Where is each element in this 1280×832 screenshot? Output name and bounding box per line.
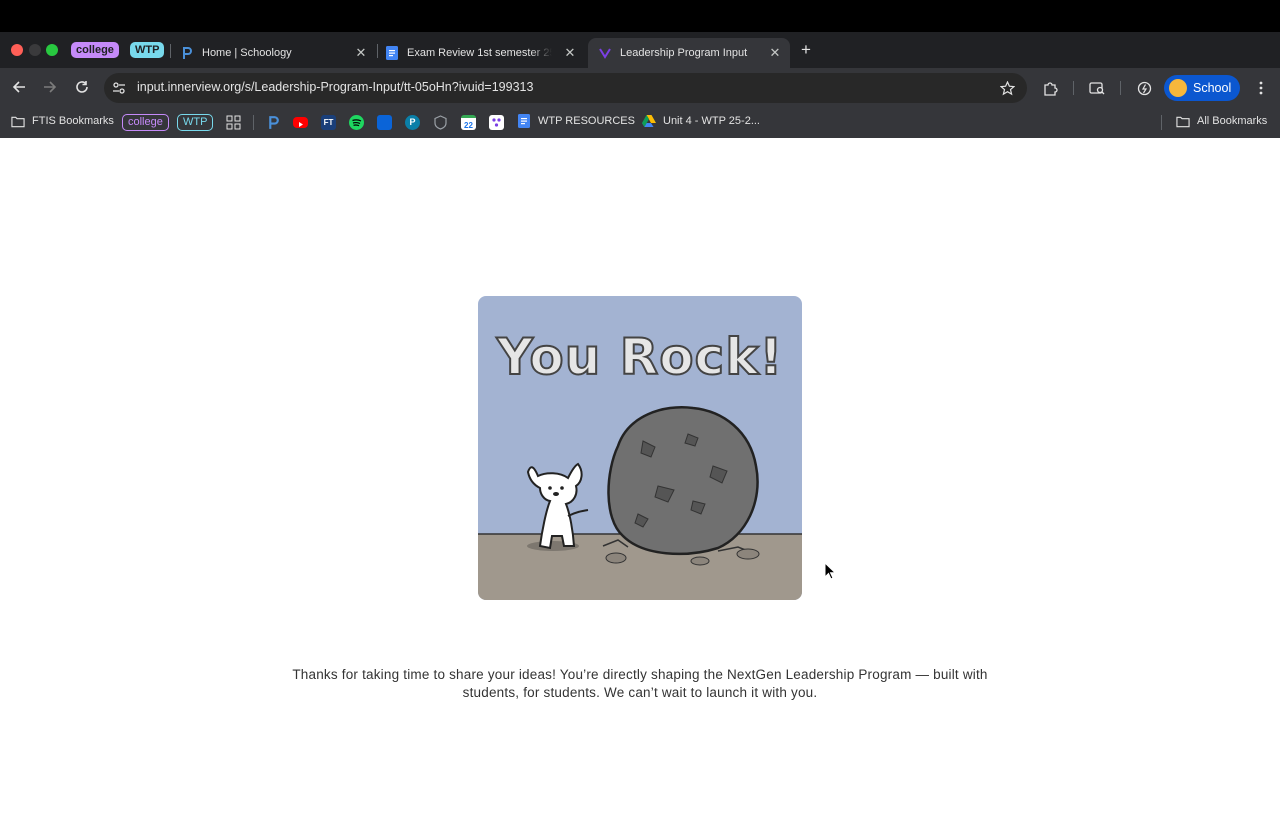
- tab-exam-review[interactable]: Exam Review 1st semester 25 ✕: [385, 38, 585, 68]
- toolbar-divider: [1120, 81, 1121, 95]
- tab-leadership-program-input[interactable]: Leadership Program Input ✕: [588, 38, 790, 68]
- new-tab-button[interactable]: +: [797, 41, 815, 59]
- back-icon[interactable]: [10, 78, 28, 96]
- youtube-icon[interactable]: [293, 117, 308, 128]
- bookmark-folder-ftis[interactable]: FTIS Bookmarks: [11, 114, 114, 128]
- avatar: [1169, 79, 1187, 97]
- menu-bar: [0, 0, 1280, 32]
- tab-title: Leadership Program Input: [620, 47, 748, 59]
- folder-icon: [1176, 114, 1190, 128]
- tab-group-college[interactable]: college: [71, 42, 119, 58]
- outlook-icon[interactable]: [377, 115, 392, 130]
- ft-icon[interactable]: FT: [321, 115, 336, 130]
- extensions-icon[interactable]: [1041, 79, 1059, 97]
- profile-button[interactable]: School: [1164, 75, 1240, 101]
- tab-title: Home | Schoology: [202, 47, 292, 59]
- google-drive-icon: [642, 114, 656, 128]
- profile-label: School: [1193, 81, 1232, 95]
- bookmark-label: WTP RESOURCES: [538, 115, 635, 127]
- performance-icon[interactable]: [1135, 79, 1153, 97]
- close-tab-icon[interactable]: ✕: [354, 46, 368, 60]
- hero-heading: You Rock!: [496, 328, 784, 386]
- spotify-icon[interactable]: [349, 115, 364, 130]
- tab-search-icon[interactable]: [1088, 79, 1106, 97]
- bookmark-group-college[interactable]: college: [122, 114, 169, 131]
- folder-icon: [11, 114, 25, 128]
- toolbar-divider: [1073, 81, 1074, 95]
- tab-title: Exam Review 1st semester 25: [407, 47, 552, 59]
- bookmark-label: FTIS Bookmarks: [32, 115, 114, 127]
- bookmark-label: Unit 4 - WTP 25-2...: [663, 115, 760, 127]
- thank-you-line-1: Thanks for taking time to share your ide…: [292, 667, 988, 682]
- tab-schoology[interactable]: Home | Schoology ✕: [180, 38, 376, 68]
- bookmark-label: All Bookmarks: [1197, 115, 1268, 127]
- forward-icon[interactable]: [41, 78, 59, 96]
- url-text[interactable]: input.innerview.org/s/Leadership-Program…: [137, 80, 533, 94]
- bookmark-group-wtp[interactable]: WTP: [177, 114, 214, 131]
- tab-strip: college WTP Home | Schoology ✕ Exam Revi…: [0, 32, 1280, 68]
- thank-you-line-2: students, for students. We can’t wait to…: [462, 684, 818, 700]
- reload-icon[interactable]: [73, 78, 91, 96]
- google-docs-icon: [385, 46, 399, 60]
- google-docs-icon: [517, 114, 531, 128]
- close-tab-icon[interactable]: ✕: [768, 46, 782, 60]
- url-host: input.innerview.org: [137, 80, 242, 94]
- bookmarks-divider: [253, 115, 254, 130]
- url-path: /s/Leadership-Program-Input/tt-05oHn?ivu…: [241, 80, 534, 94]
- schoology-icon: [180, 46, 194, 60]
- calendar-icon[interactable]: 22: [461, 115, 476, 130]
- bookmarks-divider: [1161, 115, 1162, 130]
- mouse-cursor-icon: [824, 561, 837, 585]
- shield-icon[interactable]: [433, 115, 448, 130]
- dots-icon[interactable]: [489, 115, 504, 130]
- site-info-icon[interactable]: [110, 79, 128, 97]
- close-window-button[interactable]: [11, 44, 23, 56]
- schoology-icon[interactable]: [266, 115, 281, 130]
- close-tab-icon[interactable]: ✕: [563, 46, 577, 60]
- tab-group-wtp[interactable]: WTP: [130, 42, 165, 58]
- you-rock-illustration: You Rock!: [478, 296, 802, 600]
- tab-divider: [170, 44, 171, 58]
- innerview-icon: [598, 46, 612, 60]
- apps-icon[interactable]: [226, 115, 241, 130]
- pearson-icon[interactable]: P: [405, 115, 420, 130]
- tab-divider: [377, 44, 378, 58]
- zoom-window-button[interactable]: [46, 44, 58, 56]
- bookmark-star-icon[interactable]: [998, 79, 1016, 97]
- bookmark-wtp-resources[interactable]: WTP RESOURCES: [517, 114, 635, 128]
- all-bookmarks-button[interactable]: All Bookmarks: [1176, 114, 1267, 128]
- more-menu-icon[interactable]: [1252, 79, 1270, 97]
- bookmark-unit-4[interactable]: Unit 4 - WTP 25-2...: [642, 114, 760, 128]
- thank-you-message: Thanks for taking time to share your ide…: [260, 666, 1020, 701]
- minimize-window-button[interactable]: [29, 44, 41, 56]
